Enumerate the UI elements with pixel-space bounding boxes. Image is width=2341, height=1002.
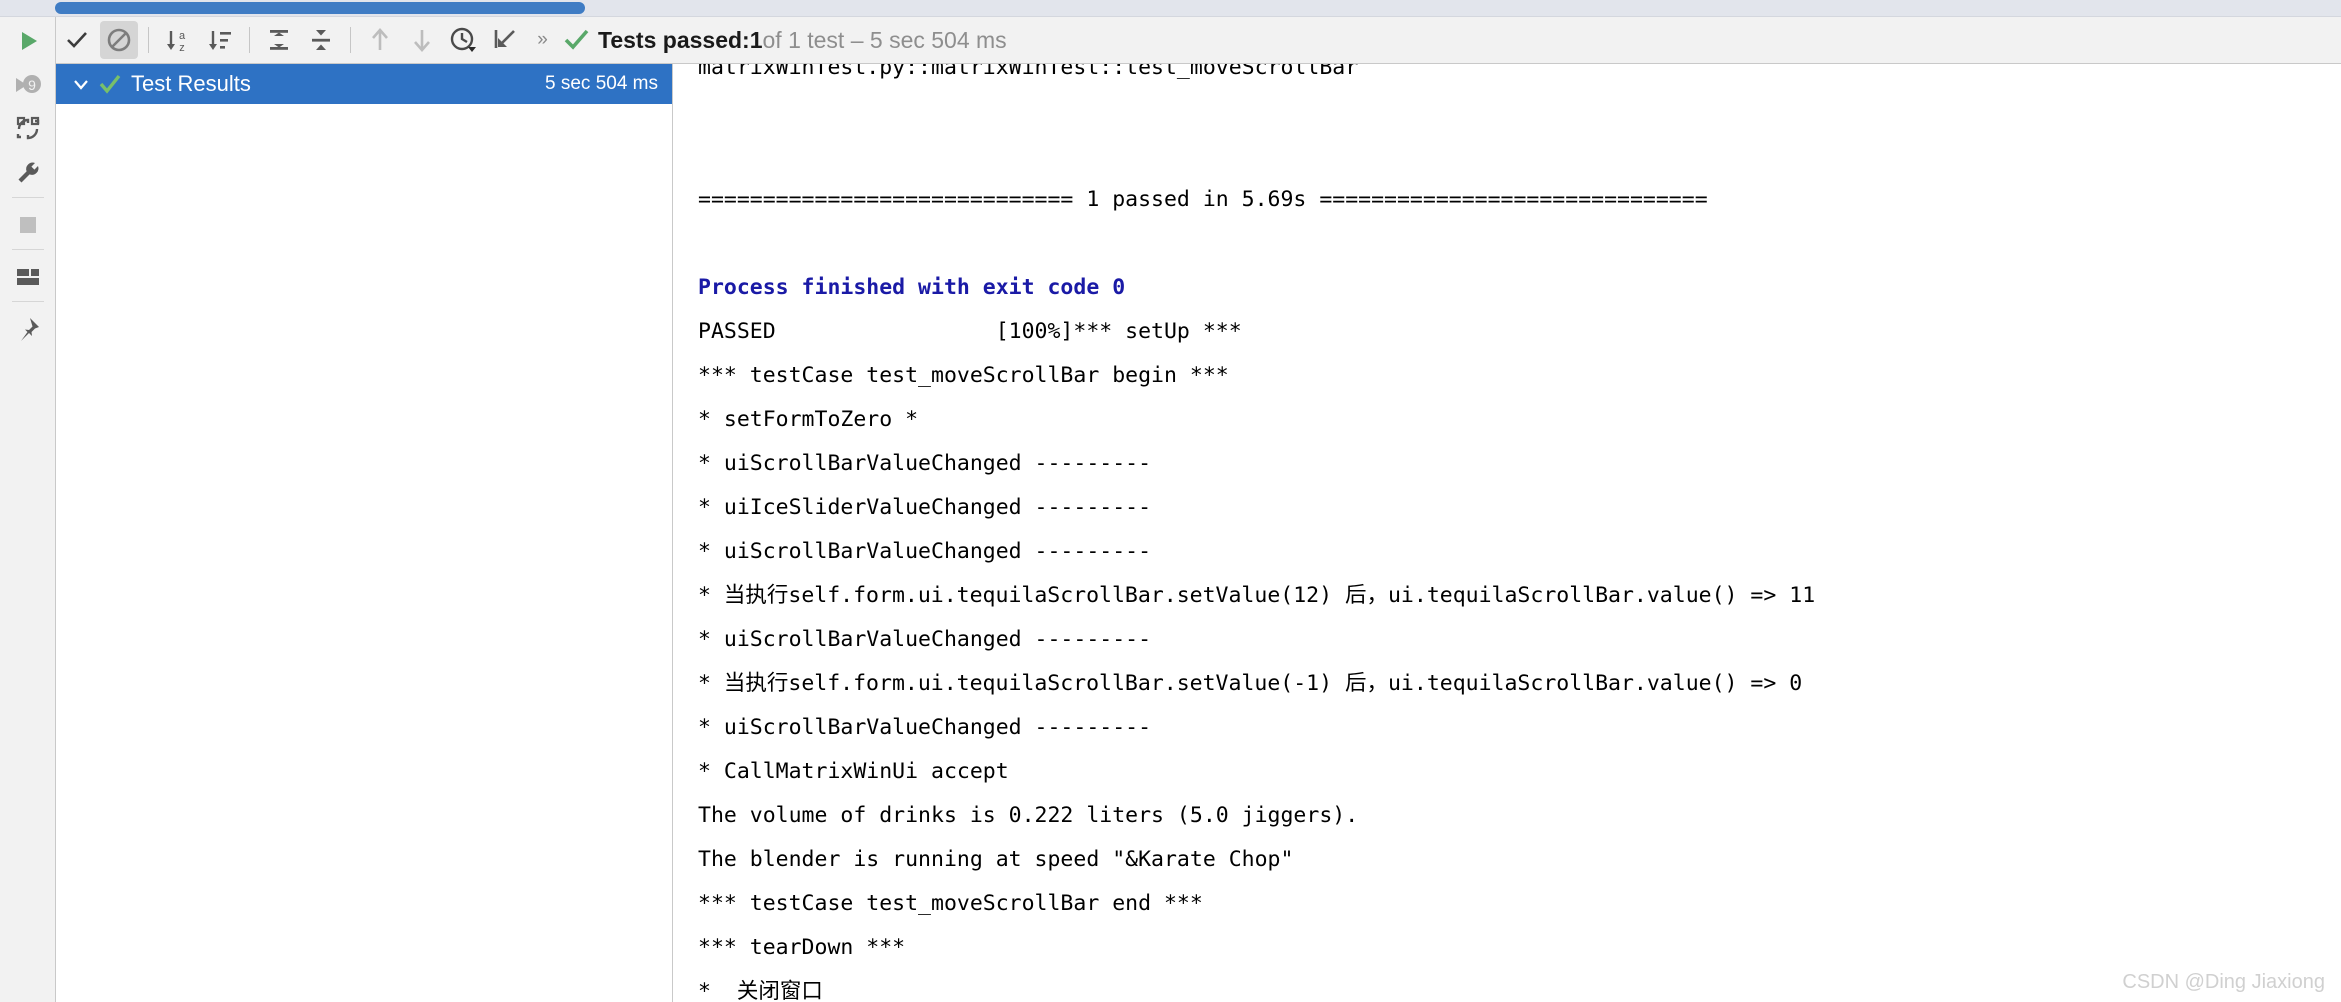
console-line: ============================= 1 passed i… — [698, 187, 1708, 212]
toolbar-divider — [350, 27, 351, 53]
toolbar-overflow-button[interactable]: » — [527, 21, 557, 59]
tree-row-test-results[interactable]: Test Results 5 sec 504 ms — [56, 64, 672, 104]
green-check-icon — [563, 27, 589, 53]
test-status-suffix: of 1 test – 5 sec 504 ms — [762, 26, 1007, 53]
console-line: *** testCase test_moveScrollBar end *** — [698, 891, 1203, 916]
console-lines: matrixWinTest.py::matrixWinTest::test_mo… — [698, 64, 2328, 1002]
svg-text:a: a — [179, 30, 186, 42]
next-failed-test-icon[interactable] — [403, 21, 441, 59]
console-line: PASSED [100%]*** setUp *** — [698, 319, 1242, 344]
divider — [12, 249, 44, 250]
divider — [12, 301, 44, 302]
tree-node-duration: 5 sec 504 ms — [545, 73, 658, 94]
show-ignored-icon[interactable] — [100, 21, 138, 59]
console-line: The volume of drinks is 0.222 liters (5.… — [698, 803, 1359, 828]
console-line: * uiScrollBarValueChanged --------- — [698, 451, 1152, 476]
run-tool-window: 9 a z » Tests passed: 1 of 1 test – 5 se… — [0, 0, 2341, 1002]
console-line: The blender is running at speed "&Karate… — [698, 847, 1294, 872]
chevron-down-icon[interactable] — [64, 74, 98, 94]
sort-by-duration-icon[interactable] — [201, 21, 239, 59]
tree-node-label: Test Results — [131, 71, 251, 96]
console-output[interactable]: matrixWinTest.py::matrixWinTest::test_mo… — [674, 64, 2341, 1002]
test-runner-toolbar: a z » Tests passed: 1 of 1 test – 5 sec … — [56, 17, 2341, 64]
horizontal-scrollbar[interactable] — [0, 0, 2341, 17]
test-status-text: Tests passed: 1 of 1 test – 5 sec 504 ms — [563, 27, 1007, 54]
svg-text:z: z — [179, 42, 185, 54]
toolbar-divider — [148, 27, 149, 53]
console-line: * CallMatrixWinUi accept — [698, 759, 1009, 784]
layout-icon[interactable] — [8, 257, 48, 297]
console-line: * uiScrollBarValueChanged --------- — [698, 539, 1152, 564]
watermark: CSDN @Ding Jiaxiong — [2122, 971, 2325, 993]
console-line: Process finished with exit code 0 — [698, 275, 1126, 300]
console-line: *** testCase test_moveScrollBar begin **… — [698, 363, 1229, 388]
tool-window-side-bar: 9 — [0, 17, 56, 1002]
test-status-prefix: Tests passed: — [598, 26, 750, 53]
collapse-all-icon[interactable] — [302, 21, 340, 59]
divider — [12, 197, 44, 198]
test-status-count: 1 — [749, 26, 763, 53]
green-check-icon — [98, 72, 122, 96]
rerun-automatically-icon[interactable] — [8, 109, 48, 149]
console-line: *** tearDown *** — [698, 935, 906, 960]
previous-failed-test-icon[interactable] — [361, 21, 399, 59]
console-line: matrixWinTest.py::matrixWinTest::test_mo… — [698, 64, 1359, 80]
sort-alphabetically-icon[interactable]: a z — [159, 21, 197, 59]
console-line: * 关闭窗口 — [698, 979, 823, 1002]
scroll-to-stacktrace-icon[interactable] — [487, 21, 525, 59]
stop-icon[interactable] — [8, 205, 48, 245]
test-results-tree: Test Results 5 sec 504 ms — [56, 64, 673, 1002]
rerun-failed-tests-icon[interactable]: 9 — [8, 65, 48, 105]
show-passed-icon[interactable] — [58, 21, 96, 59]
horizontal-scrollbar-thumb[interactable] — [55, 2, 585, 14]
console-line: * uiScrollBarValueChanged --------- — [698, 715, 1152, 740]
toolbar-divider — [249, 27, 250, 53]
console-line: * uiScrollBarValueChanged --------- — [698, 627, 1152, 652]
run-icon[interactable] — [8, 21, 48, 61]
console-line: * 当执行self.form.ui.tequilaScrollBar.setVa… — [698, 671, 1803, 696]
console-line: * 当执行self.form.ui.tequilaScrollBar.setVa… — [698, 583, 1816, 608]
test-history-icon[interactable] — [445, 21, 483, 59]
expand-all-icon[interactable] — [260, 21, 298, 59]
console-line: * setFormToZero * — [698, 407, 919, 432]
console-line: * uiIceSliderValueChanged --------- — [698, 495, 1152, 520]
svg-text:9: 9 — [28, 77, 36, 93]
pin-icon[interactable] — [8, 309, 48, 349]
wrench-settings-icon[interactable] — [8, 153, 48, 193]
